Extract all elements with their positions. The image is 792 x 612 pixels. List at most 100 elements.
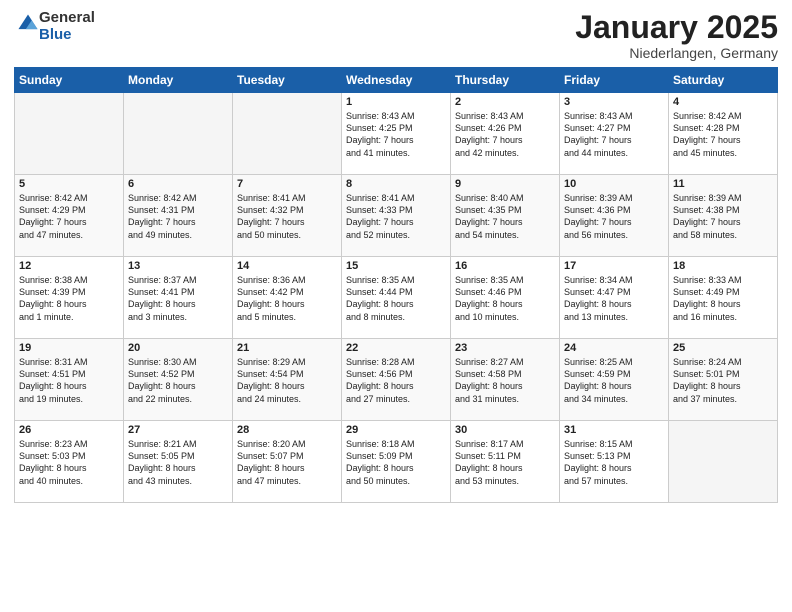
calendar-cell: 20 Sunrise: 8:30 AM Sunset: 4:52 PM Dayli… bbox=[124, 339, 233, 421]
calendar-table: SundayMondayTuesdayWednesdayThursdayFrid… bbox=[14, 67, 778, 503]
day-number: 8 bbox=[346, 178, 446, 190]
day-number: 29 bbox=[346, 424, 446, 436]
day-number: 24 bbox=[564, 342, 664, 354]
day-number: 27 bbox=[128, 424, 228, 436]
weekday-header-row: SundayMondayTuesdayWednesdayThursdayFrid… bbox=[15, 68, 778, 93]
day-info: Sunrise: 8:38 AM Sunset: 4:39 PM Dayligh… bbox=[19, 274, 119, 323]
day-info: Sunrise: 8:36 AM Sunset: 4:42 PM Dayligh… bbox=[237, 274, 337, 323]
day-number: 23 bbox=[455, 342, 555, 354]
day-number: 31 bbox=[564, 424, 664, 436]
day-number: 21 bbox=[237, 342, 337, 354]
calendar-cell: 16Sunrise: 8:35 AM Sunset: 4:46 PM Dayli… bbox=[451, 257, 560, 339]
day-info: Sunrise: 8:27 AM Sunset: 4:58 PM Dayligh… bbox=[455, 356, 555, 405]
calendar-cell: 26Sunrise: 8:23 AM Sunset: 5:03 PM Dayli… bbox=[15, 421, 124, 503]
calendar-cell: 23 Sunrise: 8:27 AM Sunset: 4:58 PM Dayli… bbox=[451, 339, 560, 421]
day-info: Sunrise: 8:43 AM Sunset: 4:27 PM Dayligh… bbox=[564, 110, 664, 159]
day-info: Sunrise: 8:20 AM Sunset: 5:07 PM Dayligh… bbox=[237, 438, 337, 487]
weekday-header-wednesday: Wednesday bbox=[342, 68, 451, 93]
day-info: Sunrise: 8:42 AM Sunset: 4:29 PM Dayligh… bbox=[19, 192, 119, 241]
calendar-cell: 29 Sunrise: 8:18 AM Sunset: 5:09 PM Dayli… bbox=[342, 421, 451, 503]
day-info: Sunrise: 8:40 AM Sunset: 4:35 PM Dayligh… bbox=[455, 192, 555, 241]
calendar-cell: 19 Sunrise: 8:31 AM Sunset: 4:51 PM Dayli… bbox=[15, 339, 124, 421]
calendar-location: Niederlangen, Germany bbox=[575, 45, 778, 61]
calendar-week-5: 26Sunrise: 8:23 AM Sunset: 5:03 PM Dayli… bbox=[15, 421, 778, 503]
calendar-cell: 30Sunrise: 8:17 AM Sunset: 5:11 PM Dayli… bbox=[451, 421, 560, 503]
day-number: 14 bbox=[237, 260, 337, 272]
day-info: Sunrise: 8:24 AM Sunset: 5:01 PM Dayligh… bbox=[673, 356, 773, 405]
calendar-cell: 1Sunrise: 8:43 AM Sunset: 4:25 PM Daylig… bbox=[342, 93, 451, 175]
day-number: 1 bbox=[346, 96, 446, 108]
weekday-header-thursday: Thursday bbox=[451, 68, 560, 93]
calendar-cell: 11 Sunrise: 8:39 AM Sunset: 4:38 PM Dayli… bbox=[669, 175, 778, 257]
day-number: 6 bbox=[128, 178, 228, 190]
weekday-header-tuesday: Tuesday bbox=[233, 68, 342, 93]
day-number: 28 bbox=[237, 424, 337, 436]
day-number: 20 bbox=[128, 342, 228, 354]
page-header: General Blue January 2025 Niederlangen, … bbox=[14, 10, 778, 61]
calendar-cell: 8 Sunrise: 8:41 AM Sunset: 4:33 PM Daylig… bbox=[342, 175, 451, 257]
day-info: Sunrise: 8:35 AM Sunset: 4:44 PM Dayligh… bbox=[346, 274, 446, 323]
day-info: Sunrise: 8:39 AM Sunset: 4:38 PM Dayligh… bbox=[673, 192, 773, 241]
calendar-cell: 13 Sunrise: 8:37 AM Sunset: 4:41 PM Dayli… bbox=[124, 257, 233, 339]
calendar-cell bbox=[233, 93, 342, 175]
day-info: Sunrise: 8:15 AM Sunset: 5:13 PM Dayligh… bbox=[564, 438, 664, 487]
calendar-week-4: 19 Sunrise: 8:31 AM Sunset: 4:51 PM Dayli… bbox=[15, 339, 778, 421]
calendar-cell: 27Sunrise: 8:21 AM Sunset: 5:05 PM Dayli… bbox=[124, 421, 233, 503]
calendar-cell: 10 Sunrise: 8:39 AM Sunset: 4:36 PM Dayli… bbox=[560, 175, 669, 257]
day-info: Sunrise: 8:35 AM Sunset: 4:46 PM Dayligh… bbox=[455, 274, 555, 323]
day-info: Sunrise: 8:31 AM Sunset: 4:51 PM Dayligh… bbox=[19, 356, 119, 405]
calendar-cell: 3 Sunrise: 8:43 AM Sunset: 4:27 PM Daylig… bbox=[560, 93, 669, 175]
day-info: Sunrise: 8:37 AM Sunset: 4:41 PM Dayligh… bbox=[128, 274, 228, 323]
calendar-cell: 18 Sunrise: 8:33 AM Sunset: 4:49 PM Dayli… bbox=[669, 257, 778, 339]
weekday-header-friday: Friday bbox=[560, 68, 669, 93]
day-info: Sunrise: 8:39 AM Sunset: 4:36 PM Dayligh… bbox=[564, 192, 664, 241]
day-number: 15 bbox=[346, 260, 446, 272]
day-number: 30 bbox=[455, 424, 555, 436]
calendar-cell: 7Sunrise: 8:41 AM Sunset: 4:32 PM Daylig… bbox=[233, 175, 342, 257]
day-number: 12 bbox=[19, 260, 119, 272]
day-number: 13 bbox=[128, 260, 228, 272]
day-number: 17 bbox=[564, 260, 664, 272]
day-number: 26 bbox=[19, 424, 119, 436]
calendar-cell bbox=[124, 93, 233, 175]
calendar-cell: 28 Sunrise: 8:20 AM Sunset: 5:07 PM Dayli… bbox=[233, 421, 342, 503]
day-info: Sunrise: 8:25 AM Sunset: 4:59 PM Dayligh… bbox=[564, 356, 664, 405]
day-info: Sunrise: 8:18 AM Sunset: 5:09 PM Dayligh… bbox=[346, 438, 446, 487]
day-number: 25 bbox=[673, 342, 773, 354]
calendar-cell: 31 Sunrise: 8:15 AM Sunset: 5:13 PM Dayli… bbox=[560, 421, 669, 503]
calendar-cell: 2 Sunrise: 8:43 AM Sunset: 4:26 PM Daylig… bbox=[451, 93, 560, 175]
logo: General Blue bbox=[14, 10, 95, 43]
calendar-cell: 17 Sunrise: 8:34 AM Sunset: 4:47 PM Dayli… bbox=[560, 257, 669, 339]
day-info: Sunrise: 8:42 AM Sunset: 4:31 PM Dayligh… bbox=[128, 192, 228, 241]
day-number: 10 bbox=[564, 178, 664, 190]
calendar-cell: 5 Sunrise: 8:42 AM Sunset: 4:29 PM Daylig… bbox=[15, 175, 124, 257]
day-info: Sunrise: 8:33 AM Sunset: 4:49 PM Dayligh… bbox=[673, 274, 773, 323]
calendar-cell bbox=[15, 93, 124, 175]
calendar-page: General Blue January 2025 Niederlangen, … bbox=[0, 0, 792, 612]
calendar-week-2: 5 Sunrise: 8:42 AM Sunset: 4:29 PM Daylig… bbox=[15, 175, 778, 257]
calendar-cell: 4Sunrise: 8:42 AM Sunset: 4:28 PM Daylig… bbox=[669, 93, 778, 175]
calendar-cell: 9 Sunrise: 8:40 AM Sunset: 4:35 PM Daylig… bbox=[451, 175, 560, 257]
day-info: Sunrise: 8:41 AM Sunset: 4:32 PM Dayligh… bbox=[237, 192, 337, 241]
calendar-cell: 24 Sunrise: 8:25 AM Sunset: 4:59 PM Dayli… bbox=[560, 339, 669, 421]
day-info: Sunrise: 8:34 AM Sunset: 4:47 PM Dayligh… bbox=[564, 274, 664, 323]
day-number: 18 bbox=[673, 260, 773, 272]
day-info: Sunrise: 8:43 AM Sunset: 4:26 PM Dayligh… bbox=[455, 110, 555, 159]
day-info: Sunrise: 8:29 AM Sunset: 4:54 PM Dayligh… bbox=[237, 356, 337, 405]
calendar-week-1: 1Sunrise: 8:43 AM Sunset: 4:25 PM Daylig… bbox=[15, 93, 778, 175]
day-info: Sunrise: 8:41 AM Sunset: 4:33 PM Dayligh… bbox=[346, 192, 446, 241]
day-info: Sunrise: 8:30 AM Sunset: 4:52 PM Dayligh… bbox=[128, 356, 228, 405]
day-number: 19 bbox=[19, 342, 119, 354]
weekday-header-sunday: Sunday bbox=[15, 68, 124, 93]
day-number: 9 bbox=[455, 178, 555, 190]
calendar-week-3: 12 Sunrise: 8:38 AM Sunset: 4:39 PM Dayli… bbox=[15, 257, 778, 339]
logo-blue-text: Blue bbox=[39, 26, 72, 43]
day-number: 2 bbox=[455, 96, 555, 108]
day-number: 11 bbox=[673, 178, 773, 190]
logo-general-text: General bbox=[39, 9, 95, 26]
day-number: 5 bbox=[19, 178, 119, 190]
day-info: Sunrise: 8:42 AM Sunset: 4:28 PM Dayligh… bbox=[673, 110, 773, 159]
calendar-cell bbox=[669, 421, 778, 503]
day-number: 3 bbox=[564, 96, 664, 108]
calendar-cell: 22Sunrise: 8:28 AM Sunset: 4:56 PM Dayli… bbox=[342, 339, 451, 421]
